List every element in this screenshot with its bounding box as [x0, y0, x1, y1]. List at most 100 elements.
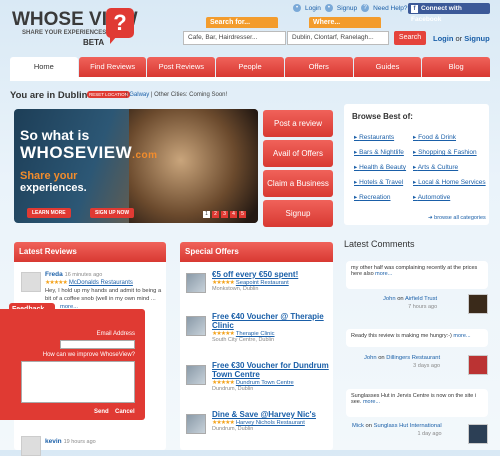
nav-people[interactable]: People — [216, 57, 284, 77]
offer-area: Dundrum, Dublin — [212, 386, 254, 392]
comment-place-link[interactable]: Sunglass Hut International — [374, 423, 442, 429]
signup-button[interactable]: Signup — [263, 200, 333, 227]
top-login-link[interactable]: Login — [305, 5, 321, 12]
avatar[interactable] — [21, 436, 41, 456]
feedback-cancel-button[interactable]: Cancel — [115, 409, 135, 415]
reset-location-button[interactable]: RESET LOCATION — [87, 91, 130, 98]
top-signup-link[interactable]: Signup — [337, 5, 357, 12]
browse-panel: Browse Best of: Restaurants Bars & Night… — [344, 104, 489, 225]
hero-line3: Share your — [20, 170, 78, 182]
offer-thumbnail[interactable] — [186, 365, 206, 385]
reviewer-name[interactable]: kevin — [45, 438, 62, 445]
learn-more-button[interactable]: LEARN MORE — [27, 208, 71, 218]
facebook-connect-button[interactable]: f Connect with Facebook — [408, 3, 490, 23]
top-help-link[interactable]: Need Help? — [373, 5, 407, 12]
review-place-link[interactable]: McDonalds Restaurants — [69, 280, 133, 286]
offer-thumbnail[interactable] — [186, 316, 206, 336]
browse-item[interactable]: Hotels & Travel — [354, 178, 406, 186]
nav-blog[interactable]: Blog — [422, 57, 491, 77]
nav-home[interactable]: Home — [10, 57, 78, 77]
nav-find-reviews[interactable]: Find Reviews — [78, 57, 147, 77]
offer-area: Monkstown, Dublin — [212, 286, 259, 292]
galway-link[interactable]: Galway — [129, 92, 149, 98]
comment-time: 1 day ago — [417, 431, 442, 437]
comment-bubble: Sunglasses Hut in Jervis Centre is now o… — [346, 389, 488, 417]
where-input[interactable]: Dublin, Clontarf, Ranelagh... — [287, 31, 389, 45]
browse-item[interactable]: Bars & Nightlife — [354, 148, 406, 156]
logo-question-icon[interactable]: ? — [106, 8, 134, 38]
hero-pager: 1 2 3 4 5 — [203, 211, 246, 218]
comment-meta: John on Airfield Trust 7 hours ago — [383, 296, 437, 310]
browse-item[interactable]: Automotive — [413, 193, 486, 201]
browse-item[interactable]: Restaurants — [354, 133, 406, 141]
nav-post-reviews[interactable]: Post Reviews — [147, 57, 216, 77]
browse-all-row: ➜ browse all categories — [428, 215, 486, 221]
commenter-name[interactable]: Mick — [352, 423, 364, 429]
facebook-connect-label: Connect with Facebook — [411, 5, 462, 23]
avatar[interactable] — [468, 424, 488, 444]
offer-area: Dundrum, Dublin — [212, 426, 254, 432]
search-label: Search for... — [206, 17, 278, 28]
signup-link[interactable]: Signup — [464, 34, 489, 43]
nav-offers[interactable]: Offers — [284, 57, 353, 77]
auth-or: or — [455, 34, 463, 43]
offer-title[interactable]: €5 off every €50 spent! — [212, 270, 330, 279]
browse-item[interactable]: Recreation — [354, 193, 406, 201]
comment-place-link[interactable]: Airfield Trust — [405, 296, 437, 302]
reviewer-name[interactable]: Freda — [45, 271, 63, 278]
feedback-email-label: Email Address — [96, 331, 135, 337]
comment-place-link[interactable]: Dillingers Restaurant — [386, 355, 440, 361]
feedback-send-button[interactable]: Send — [94, 409, 109, 415]
browse-item[interactable]: Health & Beauty — [354, 163, 406, 171]
review-item: Freda 16 minutes ago ★★★★★ McDonalds Res… — [45, 271, 163, 310]
offer-title[interactable]: Dine & Save @Harvey Nic's — [212, 410, 330, 419]
special-offers-title: Special Offers — [180, 242, 333, 262]
avatar[interactable] — [21, 272, 41, 292]
browse-item[interactable]: Food & Drink — [413, 133, 486, 141]
hero-page-3[interactable]: 3 — [221, 211, 228, 218]
main-nav: Home Find Reviews Post Reviews People Of… — [10, 57, 491, 77]
commenter-name[interactable]: John — [364, 355, 377, 361]
special-offers-panel: Special Offers €5 off every €50 spent! ★… — [180, 242, 333, 450]
review-time: 16 minutes ago — [64, 272, 103, 278]
hero-page-2[interactable]: 2 — [212, 211, 219, 218]
browse-all-link[interactable]: browse all categories — [434, 215, 486, 221]
comment-more-link[interactable]: more... — [363, 399, 380, 405]
offer-item: Free €30 Voucher for Dundrum Town Centre… — [212, 361, 330, 392]
avail-offers-button[interactable]: Avail of Offers — [263, 140, 333, 167]
comment-meta: Mick on Sunglass Hut International 1 day… — [352, 423, 442, 437]
logo-tagline: SHARE YOUR EXPERIENCES — [22, 30, 107, 36]
browse-item[interactable]: Arts & Culture — [413, 163, 486, 171]
browse-item[interactable]: Shopping & Fashion — [413, 148, 486, 156]
browse-item[interactable]: Local & Home Services — [413, 178, 486, 186]
comment-more-link[interactable]: more... — [453, 333, 470, 339]
login-link[interactable]: Login — [433, 34, 453, 43]
search-button[interactable]: Search — [394, 31, 426, 45]
review-time: 19 hours ago — [63, 439, 96, 445]
offer-item: Free €40 Voucher @ Therapie Clinic ★★★★★… — [212, 312, 330, 343]
offer-item: €5 off every €50 spent! ★★★★★ Seapoint R… — [212, 270, 330, 292]
avatar[interactable] — [468, 294, 488, 314]
search-input[interactable]: Cafe, Bar, Hairdresser... — [183, 31, 286, 45]
hero-line2: WHOSEVIEW.com — [20, 143, 158, 163]
logo-beta: BETA — [83, 38, 105, 47]
commenter-name[interactable]: John — [383, 296, 396, 302]
offer-thumbnail[interactable] — [186, 414, 206, 434]
browse-right-list: Food & Drink Shopping & Fashion Arts & C… — [413, 133, 486, 201]
hero-page-1[interactable]: 1 — [203, 211, 210, 218]
nav-underline — [10, 77, 490, 81]
hero-page-5[interactable]: 5 — [239, 211, 246, 218]
offer-title[interactable]: Free €30 Voucher for Dundrum Town Centre — [212, 361, 330, 379]
avatar[interactable] — [468, 355, 488, 375]
comment-more-link[interactable]: more... — [375, 271, 392, 277]
hero-page-4[interactable]: 4 — [230, 211, 237, 218]
claim-business-button[interactable]: Claim a Business — [263, 170, 333, 197]
feedback-email-input[interactable] — [60, 340, 135, 349]
post-review-button[interactable]: Post a review — [263, 110, 333, 137]
comment-time: 7 hours ago — [408, 304, 438, 310]
nav-guides[interactable]: Guides — [353, 57, 422, 77]
sign-up-now-button[interactable]: SIGN UP NOW — [90, 208, 135, 218]
offer-title[interactable]: Free €40 Voucher @ Therapie Clinic — [212, 312, 330, 330]
feedback-textarea[interactable] — [21, 361, 135, 403]
offer-thumbnail[interactable] — [186, 273, 206, 293]
